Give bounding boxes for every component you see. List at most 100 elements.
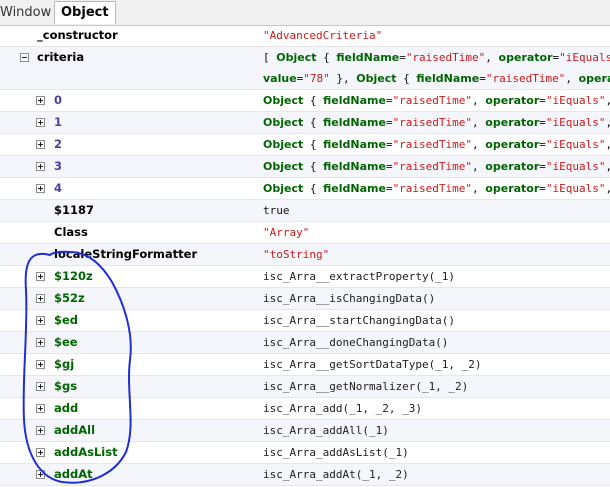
property-row[interactable]: $gj isc_Arra__getSortDataType(_1, _2) [0,354,610,376]
value-segment: , [565,72,579,85]
value-segment: , [606,116,610,129]
value-segment: = [385,182,393,195]
property-row[interactable]: $1187 true [0,200,610,222]
tab-window[interactable]: Window [0,5,51,20]
property-row[interactable]: $ee isc_Arra__doneChangingData() [0,332,610,354]
property-value: isc_Arra__getNormalizer(_1, _2) [263,380,469,393]
expand-icon[interactable] [36,382,45,391]
value-segment: { [303,116,324,129]
expand-icon[interactable] [36,470,45,479]
property-grid: _constructor "AdvancedCriteria" criteria… [0,25,610,486]
property-value: Object { fieldName = "raisedTime", operato… [263,90,610,111]
value-segment: , [485,51,499,64]
property-row[interactable]: $ed isc_Arra__startChangingData() [0,310,610,332]
value-segment: }, [329,72,357,85]
value-segment: "raisedTime" [405,51,486,64]
property-row[interactable]: $120z isc_Arra__extractProperty(_1) [0,266,610,288]
value-segment: = [399,51,406,64]
property-row[interactable]: addAt isc_Arra_addAt(_1, _2) [0,464,610,486]
expand-icon[interactable] [36,360,45,369]
collapse-icon[interactable] [20,53,29,62]
value-segment: "78" [303,72,330,85]
property-row[interactable]: addAsList isc_Arra_addAsList(_1) [0,442,610,464]
tab-object[interactable]: Object [54,1,116,24]
value-segment: Object [263,160,304,173]
property-value: Object { fieldName="raisedTime", operato… [263,134,610,155]
value-segment: = [539,94,546,107]
value-segment: "raisedTime" [392,138,473,151]
property-name: 0 [54,93,63,107]
value-segment: Object [263,116,304,129]
property-row[interactable]: localeStringFormatter "toString" [0,244,610,266]
expand-icon[interactable] [36,448,45,457]
property-row[interactable]: 1 Object { fieldName="raisedTime", opera… [0,112,610,134]
property-name: $ed [54,313,79,327]
property-value: Object { fieldName="raisedTime", operato… [263,178,610,199]
property-row[interactable]: $gs isc_Arra__getNormalizer(_1, _2) [0,376,610,398]
expand-icon[interactable] [36,294,45,303]
property-value: isc_Arra_add(_1, _2, _3) [263,402,422,415]
property-row[interactable]: 0 Object { fieldName = "raisedTime", opera… [0,90,610,112]
value-segment: { [396,72,417,85]
value-segment: , [606,138,610,151]
property-row[interactable]: 4 Object { fieldName="raisedTime", opera… [0,178,610,200]
value-segment: operator [485,160,540,173]
property-value: "toString" [263,248,330,261]
value-segment: = [479,72,486,85]
property-value-line1: [ Object { fieldName="raisedTime", opera… [263,47,610,68]
property-name: add [54,401,79,415]
property-row[interactable]: criteria [ Object { fieldName="raisedTim… [0,47,610,90]
expand-icon[interactable] [36,118,45,127]
property-row[interactable]: _constructor "AdvancedCriteria" [0,25,610,47]
value-segment: operato [578,72,610,85]
value-segment: "raisedTime" [392,94,473,107]
property-row[interactable]: $52z isc_Arra__isChangingData() [0,288,610,310]
value-segment: operator [485,116,540,129]
value-segment: { [303,160,324,173]
expand-icon[interactable] [36,316,45,325]
value-segment: operator [485,182,540,195]
value-segment: , [606,160,610,173]
property-name: $ee [54,335,78,349]
value-segment: = [539,160,546,173]
property-value: isc_Arra__isChangingData() [263,292,436,305]
expand-icon[interactable] [36,184,45,193]
property-row[interactable]: add isc_Arra_add(_1, _2, _3) [0,398,610,420]
value-segment: "raisedTime" [392,116,473,129]
value-segment: , [472,182,486,195]
property-name: $52z [54,291,85,305]
value-segment: , [606,94,610,107]
property-value: isc_Arra__doneChangingData() [263,336,449,349]
value-segment: "iEquals" [545,116,606,129]
value-segment: , [472,94,486,107]
value-segment: operator [485,94,540,107]
property-name: addAt [54,467,93,481]
value-segment: value [263,72,297,85]
value-segment: fieldName [323,94,386,107]
value-segment: Object [263,138,304,151]
expand-icon[interactable] [36,426,45,435]
expand-icon[interactable] [36,96,45,105]
value-segment: Object [263,94,304,107]
value-segment: { [303,94,324,107]
value-segment: , [472,160,486,173]
property-row[interactable]: 3 Object { fieldName="raisedTime", opera… [0,156,610,178]
expand-icon[interactable] [36,404,45,413]
expand-icon[interactable] [36,140,45,149]
property-name: $120z [54,269,93,283]
value-segment: Object [356,72,397,85]
property-name: localeStringFormatter [54,247,198,261]
value-segment: = [539,116,546,129]
value-segment: Object [263,182,304,195]
value-segment: fieldName [416,72,480,85]
value-segment: { [303,182,324,195]
expand-icon[interactable] [36,162,45,171]
expand-icon[interactable] [36,338,45,347]
expand-icon[interactable] [36,272,45,281]
property-row[interactable]: 2 Object { fieldName="raisedTime", opera… [0,134,610,156]
property-row[interactable]: Class "Array" [0,222,610,244]
property-name: _constructor [37,28,118,42]
property-row[interactable]: addAll isc_Arra_addAll(_1) [0,420,610,442]
value-segment: "iEquals" [545,138,606,151]
value-segment: fieldName [323,160,386,173]
